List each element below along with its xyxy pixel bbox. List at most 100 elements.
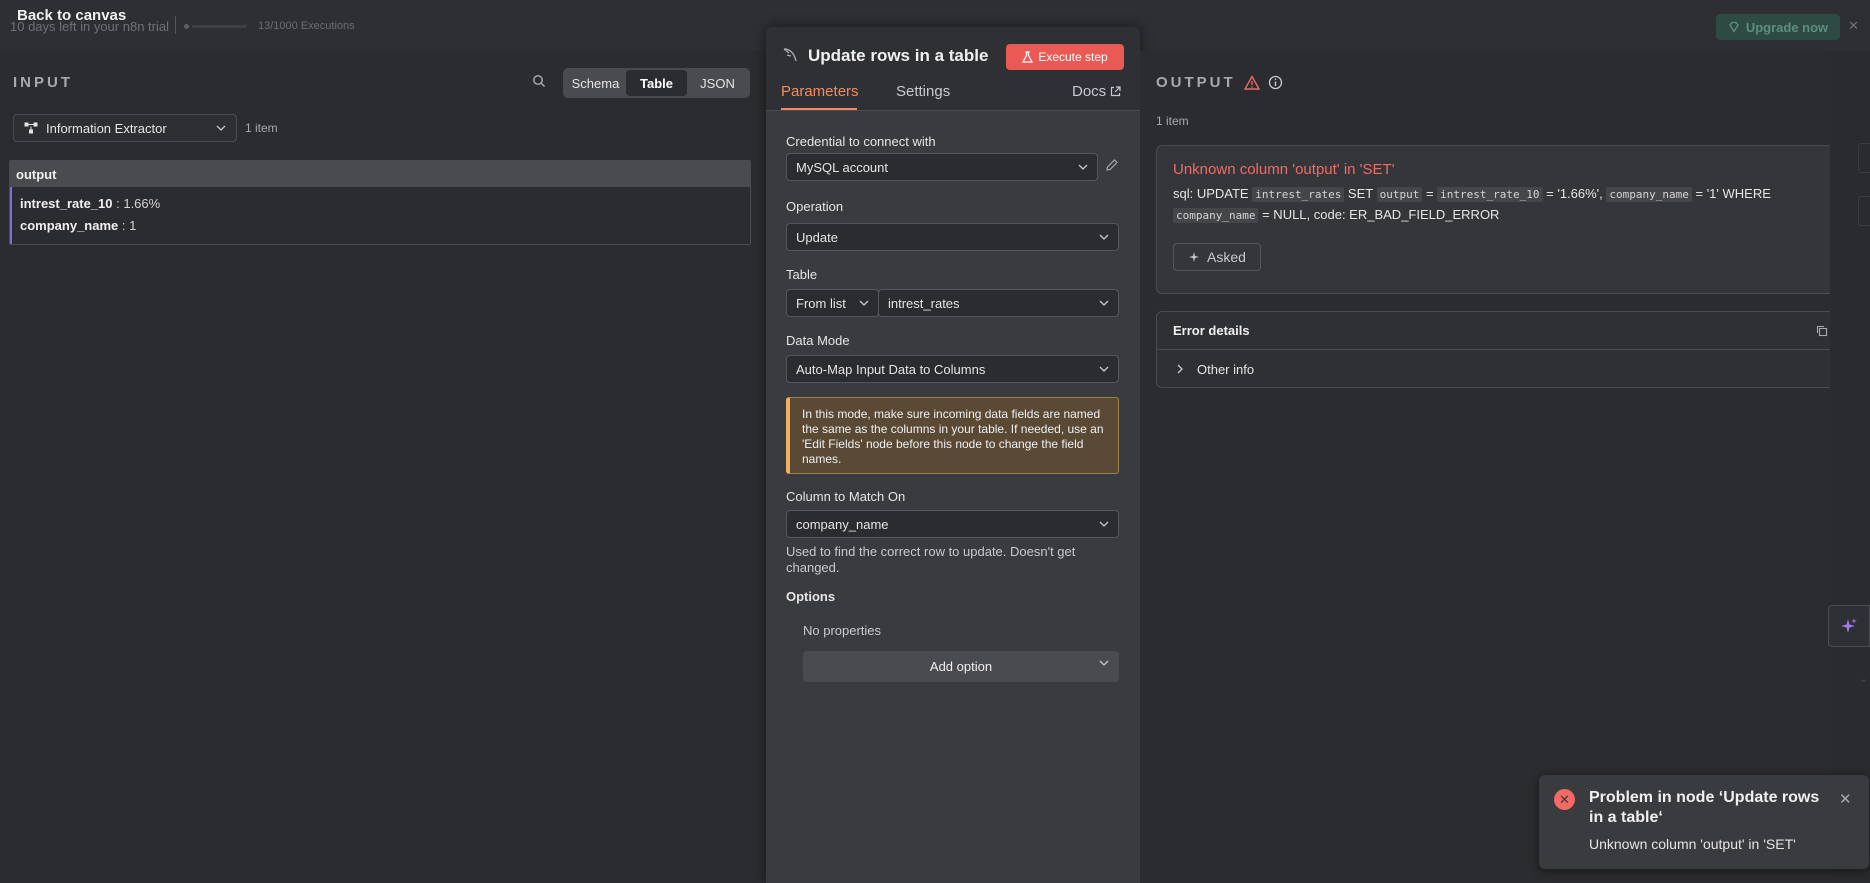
operation-select[interactable]: Update xyxy=(786,223,1119,251)
execute-step-button[interactable]: Execute step xyxy=(1006,44,1124,70)
canvas-edge xyxy=(1830,51,1870,883)
view-mode-toggle: Schema Table JSON xyxy=(563,68,750,98)
error-code-token: company_name xyxy=(1606,187,1692,202)
chevron-down-icon xyxy=(1099,300,1109,306)
add-option-button[interactable]: Add option xyxy=(803,651,1119,682)
table-label: Table xyxy=(786,267,818,282)
close-icon[interactable]: ✕ xyxy=(1848,18,1859,34)
docs-link[interactable]: Docs xyxy=(1072,83,1121,100)
toast-message: Unknown column 'output' in 'SET' xyxy=(1589,836,1796,852)
output-header: OUTPUT xyxy=(1156,74,1283,91)
input-node-name: Information Extractor xyxy=(46,120,167,136)
error-box: Unknown column 'output' in 'SET' sql: UP… xyxy=(1156,145,1845,294)
output-title: OUTPUT xyxy=(1156,74,1236,91)
search-icon[interactable] xyxy=(532,74,546,88)
external-link-icon xyxy=(1111,86,1121,97)
node-title[interactable]: Update rows in a table xyxy=(808,46,988,66)
data-mode-label: Data Mode xyxy=(786,333,850,348)
chevron-right-icon xyxy=(1177,364,1183,374)
error-code-token: intrest_rate_10 xyxy=(1437,187,1543,202)
other-info-toggle[interactable]: Other info xyxy=(1157,350,1844,388)
toast-title: Problem in node ‘Update rows in a table‘ xyxy=(1589,789,1820,826)
error-code-token: output xyxy=(1376,187,1423,202)
tab-schema[interactable]: Schema xyxy=(565,70,626,96)
chevron-down-icon xyxy=(216,125,226,131)
node-header: Update rows in a table Execute step Para… xyxy=(766,27,1140,111)
kv-row: intrest_rate_10 : 1.66% xyxy=(20,193,742,215)
match-column-hint: Used to find the correct row to update. … xyxy=(786,544,1076,575)
upgrade-button[interactable]: Upgrade now xyxy=(1716,14,1840,40)
workflow-node-icon xyxy=(24,122,38,134)
info-icon[interactable] xyxy=(1268,75,1283,90)
divider xyxy=(175,16,176,34)
executions-progress-bar xyxy=(192,25,247,28)
back-to-canvas-link[interactable]: Back to canvas xyxy=(17,7,126,24)
asked-button[interactable]: Asked xyxy=(1173,243,1261,271)
chevron-down-icon xyxy=(1078,164,1088,170)
error-code-token: company_name xyxy=(1173,208,1259,223)
kv-row: company_name : 1 xyxy=(20,215,742,237)
field-key[interactable]: intrest_rate_10 xyxy=(20,196,113,211)
field-value: : 1.66% xyxy=(112,196,161,211)
error-title: Unknown column 'output' in 'SET' xyxy=(1173,161,1395,178)
operation-label: Operation xyxy=(786,199,844,214)
chevron-down-icon xyxy=(1099,366,1109,372)
error-details-header: Error details xyxy=(1157,312,1844,350)
credential-value: MySQL account xyxy=(796,159,889,175)
data-mode-select[interactable]: Auto-Map Input Data to Columns xyxy=(786,355,1119,383)
error-details-title: Error details xyxy=(1173,323,1250,338)
docs-label: Docs xyxy=(1072,83,1107,100)
data-mode-notice: In this mode, make sure incoming data fi… xyxy=(786,397,1119,474)
match-column-value: company_name xyxy=(796,516,889,532)
close-icon[interactable]: ✕ xyxy=(1839,790,1852,808)
tab-settings[interactable]: Settings xyxy=(896,83,950,100)
input-data-table: output intrest_rate_10 : 1.66% company_n… xyxy=(9,160,751,245)
flask-icon xyxy=(1022,51,1034,63)
chevron-down-icon: ⌄ xyxy=(1859,673,1869,685)
copy-icon[interactable] xyxy=(1816,325,1828,337)
warning-icon xyxy=(1243,75,1260,90)
chevron-down-icon xyxy=(859,300,869,306)
tab-json[interactable]: JSON xyxy=(687,70,748,96)
credential-label: Credential to connect with xyxy=(786,134,936,149)
error-text: SET xyxy=(1344,186,1377,201)
tab-table[interactable]: Table xyxy=(626,70,687,96)
table-mode-value: From list xyxy=(796,295,846,311)
field-key[interactable]: company_name xyxy=(20,218,118,233)
options-label: Options xyxy=(786,589,836,604)
output-items-count: 1 item xyxy=(1156,114,1189,128)
add-option-label: Add option xyxy=(929,659,993,674)
error-message: sql: UPDATE intrest_rates SET output = i… xyxy=(1173,184,1828,226)
table-row: intrest_rate_10 : 1.66% company_name : 1 xyxy=(10,187,750,244)
diamond-icon xyxy=(1729,21,1739,33)
credential-select[interactable]: MySQL account xyxy=(786,153,1098,181)
tab-parameters[interactable]: Parameters xyxy=(781,83,859,100)
canvas-node-edge xyxy=(1858,196,1870,226)
input-node-select[interactable]: Information Extractor xyxy=(13,114,237,142)
canvas-node-edge xyxy=(1858,143,1870,173)
sparkle-icon xyxy=(1189,251,1200,262)
execute-label: Execute step xyxy=(1038,50,1108,64)
input-items-count: 1 item xyxy=(245,121,278,135)
executions-dot-icon xyxy=(184,24,189,29)
input-title: INPUT xyxy=(13,74,73,91)
error-code-token: intrest_rates xyxy=(1252,187,1345,202)
match-column-label: Column to Match On xyxy=(786,489,906,504)
node-details-panel: Update rows in a table Execute step Para… xyxy=(766,27,1140,883)
error-text: = '1.66%', xyxy=(1542,186,1607,201)
error-toast: ✕ Problem in node ‘Update rows in a tabl… xyxy=(1539,775,1869,869)
error-text: sql: UPDATE xyxy=(1173,186,1253,201)
other-info-label: Other info xyxy=(1197,361,1255,377)
table-value: intrest_rates xyxy=(888,295,960,311)
field-value: : 1 xyxy=(118,218,137,233)
no-properties-text: No properties xyxy=(803,623,882,638)
table-header: output xyxy=(10,161,750,187)
ai-assistant-button[interactable] xyxy=(1828,605,1870,647)
edit-pencil-icon[interactable] xyxy=(1105,158,1119,172)
chevron-down-icon xyxy=(1099,521,1109,527)
operation-value: Update xyxy=(796,229,838,245)
table-select[interactable]: intrest_rates xyxy=(878,289,1119,317)
table-mode-select[interactable]: From list xyxy=(786,289,879,317)
error-text: = xyxy=(1422,186,1438,201)
match-column-select[interactable]: company_name xyxy=(786,510,1119,538)
